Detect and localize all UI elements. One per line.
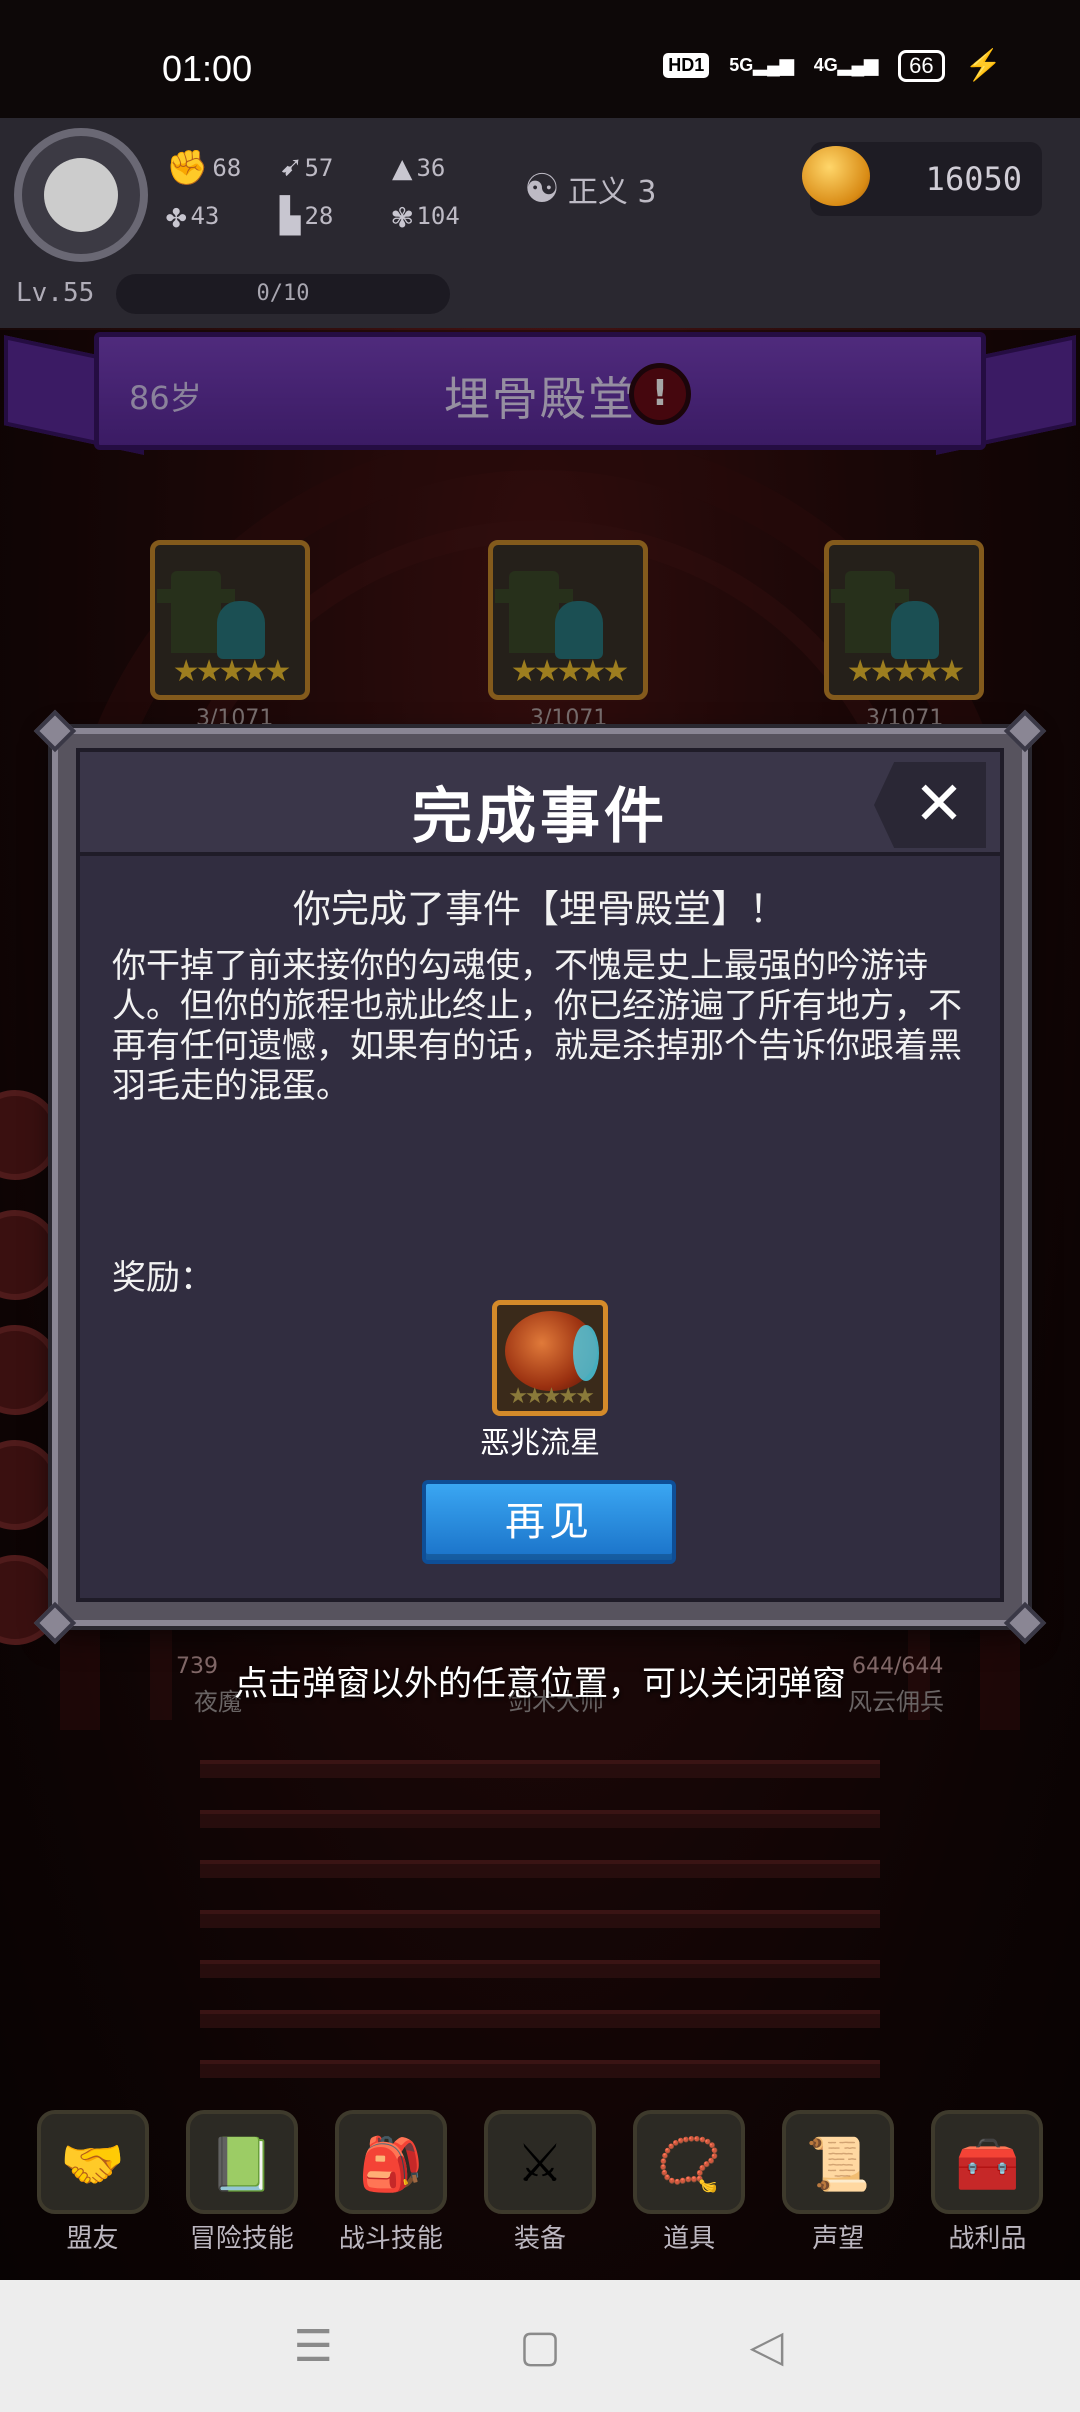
status-time: 01:00 [162, 48, 253, 89]
gold-counter: 16050 [802, 142, 1042, 216]
amulet-icon: 📿 [633, 2110, 746, 2214]
dialog-title: 完成事件 [412, 782, 668, 852]
scroll-icon: 📜 [782, 2110, 895, 2214]
home-icon[interactable]: ▢ [500, 2321, 580, 2372]
nav-items[interactable]: 📿 道具 [624, 2100, 754, 2280]
close-hint: 点击弹窗以外的任意位置，可以关闭弹窗 [234, 1664, 846, 1704]
armor-icon: ▙ [280, 196, 301, 236]
menu-icon[interactable]: ☰ [273, 2321, 353, 2372]
battery-icon: 66 [898, 49, 945, 82]
wizard-hat-icon: ▲ [392, 148, 413, 188]
bottom-nav: 🤝 盟友 📗 冒险技能 🎒 战斗技能 ⚔ 装备 📿 道具 📜 声望 🧰 战利品 [0, 2100, 1080, 2280]
stat-spirit: ✾ 104 [392, 196, 460, 236]
goodbye-button[interactable]: 再见 [422, 1480, 676, 1564]
justice-stat: ☯ 正义 3 [524, 166, 657, 212]
xp-bar: 0/10 [116, 274, 450, 314]
nav-allies[interactable]: 🤝 盟友 [28, 2100, 158, 2280]
dialog-panel: 完成事件 ✕ 你完成了事件【埋骨殿堂】！ 你干掉了前来接你的勾魂使，不愧是史上最… [76, 748, 1004, 1602]
hd-badge: HD1 [663, 53, 710, 78]
close-button[interactable]: ✕ [874, 762, 986, 848]
avatar-button[interactable] [14, 128, 148, 262]
nav-equipment[interactable]: ⚔ 装备 [475, 2100, 605, 2280]
stat-magic: ▲ 36 [392, 148, 446, 188]
system-nav-bar: ☰ ▢ ◁ [0, 2280, 1080, 2412]
nav-loot[interactable]: 🧰 战利品 [922, 2100, 1052, 2280]
status-icons: HD1 5G▂▄▆ 4G▂▄▆ 66 ⚡ [663, 48, 1002, 83]
reward-item-icon[interactable]: ★★★★★ [492, 1300, 608, 1416]
stat-strength: ✊ 68 [166, 148, 242, 188]
player-bar: ✊ 68 ✤ 43 ➹ 57 ▙ 28 ▲ 36 ✾ 104 ☯ 正义 3 16… [0, 118, 1080, 328]
status-bar: 01:00 HD1 5G▂▄▆ 4G▂▄▆ 66 ⚡ [0, 0, 1080, 118]
dialog-subtitle: 你完成了事件【埋骨殿堂】！ [292, 887, 787, 931]
stat-agility: ➹ 57 [280, 148, 334, 188]
plant-icon: ✾ [392, 196, 413, 236]
event-complete-dialog: 完成事件 ✕ 你完成了事件【埋骨殿堂】！ 你干掉了前来接你的勾魂使，不愧是史上最… [33, 709, 1047, 1645]
avatar [44, 158, 118, 232]
player-level: Lv.55 [16, 278, 95, 308]
nav-reputation[interactable]: 📜 声望 [773, 2100, 903, 2280]
dialog-body-text: 你干掉了前来接你的勾魂使，不愧是史上最强的吟游诗人。但你的旅程也就此终止，你已经… [112, 946, 962, 1106]
stat-luck: ✤ 43 [166, 196, 220, 236]
chest-icon: 🧰 [931, 2110, 1044, 2214]
reward-label: 奖励： [112, 1258, 214, 1298]
boot-icon: ➹ [280, 148, 301, 188]
signal-4g-icon: 4G▂▄▆ [813, 55, 879, 75]
handshake-icon: 🤝 [36, 2110, 149, 2214]
book-icon: 📗 [185, 2110, 298, 2214]
yin-yang-icon: ☯ [524, 166, 560, 212]
dialog-header: 完成事件 ✕ [80, 752, 1000, 856]
backpack-icon: 🎒 [334, 2110, 447, 2214]
gold-coin-icon [802, 146, 870, 206]
stat-defense: ▙ 28 [280, 196, 334, 236]
nav-combat-skills[interactable]: 🎒 战斗技能 [326, 2100, 456, 2280]
fist-icon: ✊ [166, 148, 209, 188]
reward-item-name: 恶兆流星 [480, 1426, 600, 1461]
signal-5g-icon: 5G▂▄▆ [729, 55, 794, 75]
reward-stars: ★★★★★ [508, 1384, 595, 1409]
back-icon[interactable]: ◁ [727, 2321, 807, 2372]
clover-icon: ✤ [166, 196, 187, 236]
charging-icon: ⚡ [964, 49, 1002, 82]
gold-value: 16050 [925, 160, 1022, 198]
nav-adventure-skills[interactable]: 📗 冒险技能 [177, 2100, 307, 2280]
swords-icon: ⚔ [483, 2110, 596, 2214]
